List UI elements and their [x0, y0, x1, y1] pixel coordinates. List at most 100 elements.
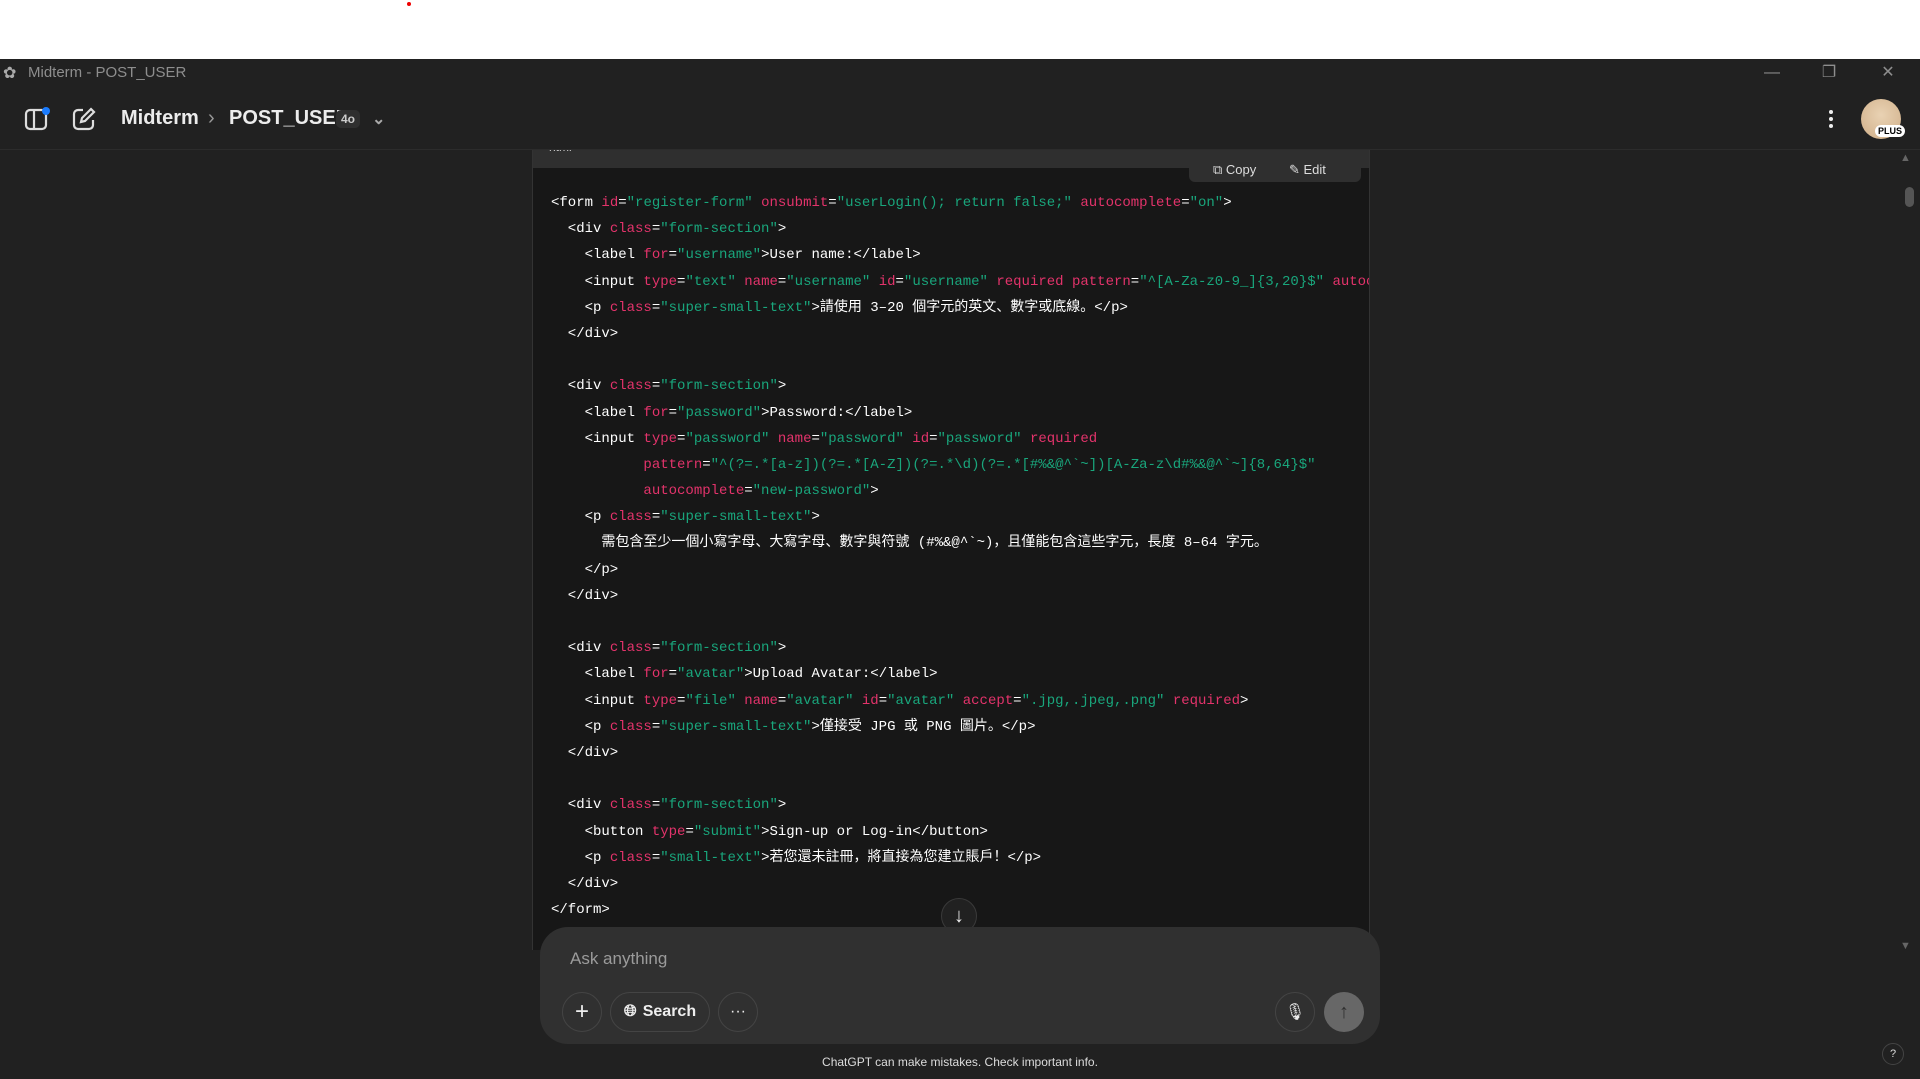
help-button[interactable]: ?	[1882, 1043, 1904, 1065]
code-token: >	[777, 221, 787, 238]
code-token: <div	[551, 797, 610, 814]
code-token: =	[878, 692, 888, 709]
code-token: <label	[551, 404, 644, 421]
copy-label: Copy	[1225, 162, 1257, 177]
code-token: >若您還未註冊，將直接為您建立賬戶！</p>	[761, 849, 1042, 866]
code-token: <form	[551, 195, 602, 211]
more-options-icon[interactable]	[1826, 107, 1836, 131]
code-token: autocomplete	[1332, 273, 1369, 290]
chat-title[interactable]: POST_USER	[229, 107, 350, 130]
send-button[interactable]: ↑	[1324, 992, 1364, 1032]
code-token: required	[996, 273, 1064, 290]
code-token: class	[609, 849, 652, 866]
code-line: <div class="form-section">	[551, 635, 1369, 661]
code-token: =	[651, 299, 661, 316]
code-token: =	[651, 509, 661, 526]
code-token: 需包含至少一個小寫字母、大寫字母、數字與符號 (#%&@^`~)，且僅能包含這些…	[551, 535, 1268, 552]
code-token: type	[643, 273, 678, 290]
globe-icon: 🌐︎	[623, 1003, 637, 1020]
plan-badge: PLUS	[1875, 125, 1906, 137]
edit-button[interactable]: ✎ Edit	[1289, 162, 1326, 178]
code-token: name	[744, 273, 778, 290]
message-input[interactable]	[570, 949, 1270, 969]
red-dot	[407, 2, 411, 6]
code-token: =	[668, 666, 678, 683]
restore-icon[interactable]: ❐	[1806, 59, 1852, 87]
code-token: "username"	[677, 247, 762, 264]
code-token: class	[609, 509, 652, 526]
disclaimer: ChatGPT can make mistakes. Check importa…	[822, 1055, 1098, 1069]
chevron-down-icon[interactable]: ⌄	[372, 109, 385, 129]
code-token: >	[777, 378, 787, 395]
code-token: class	[609, 221, 652, 238]
scrollbar-thumb[interactable]	[1905, 187, 1914, 207]
sidebar-toggle-icon[interactable]	[23, 105, 51, 133]
code-line: <button type="submit">Sign-up or Log-in<…	[551, 819, 1369, 845]
breadcrumb-chevron-icon: ›	[208, 107, 215, 129]
search-label: Search	[642, 1003, 697, 1020]
code-token: <input	[551, 692, 644, 709]
code-token: pattern	[643, 456, 703, 473]
code-token: for	[643, 666, 669, 683]
code-line: </div>	[551, 740, 1369, 766]
code-token: pattern	[1071, 273, 1131, 290]
voice-button[interactable]: 🎙︎	[1275, 992, 1315, 1032]
code-token: </div>	[551, 325, 619, 342]
code-token: "text"	[685, 273, 736, 290]
search-button[interactable]: 🌐︎ Search	[610, 992, 710, 1032]
code-token: >	[870, 483, 879, 500]
code-token: "on"	[1189, 195, 1224, 211]
code-content: <form id="register-form" onsubmit="userL…	[551, 190, 1369, 923]
copy-button[interactable]: ⧉ Copy	[1213, 162, 1256, 178]
scroll-up-icon[interactable]: ▲	[1900, 152, 1911, 164]
scroll-down-icon[interactable]: ▼	[1900, 940, 1911, 952]
code-token: >	[777, 797, 787, 814]
code-token: "submit"	[693, 823, 762, 840]
code-token: =	[929, 430, 938, 447]
code-token: =	[811, 430, 820, 447]
code-line: <div class="form-section">	[551, 792, 1369, 818]
code-line: <div class="form-section">	[551, 216, 1369, 242]
code-token: =	[828, 195, 837, 211]
code-token: "^(?=.*[a-z])(?=.*[A-Z])(?=.*\d)(?=.*[#%…	[710, 456, 1316, 473]
code-token: required	[1029, 430, 1098, 447]
code-line: <input type="file" name="avatar" id="ava…	[551, 688, 1369, 714]
code-line: <label for="username">User name:</label>	[551, 242, 1369, 268]
code-token: >Sign-up or Log-in</button>	[761, 823, 988, 840]
code-token: required	[1172, 692, 1241, 709]
code-token: =	[651, 718, 661, 735]
code-token: "password"	[819, 430, 904, 447]
attach-button[interactable]: +	[562, 992, 602, 1032]
window-title: Midterm - POST_USER	[28, 64, 187, 81]
code-line: 需包含至少一個小寫字母、大寫字母、數字與符號 (#%&@^`~)，且僅能包含這些…	[551, 530, 1369, 556]
minimize-icon[interactable]: —	[1749, 59, 1795, 87]
close-icon[interactable]: ✕	[1865, 59, 1911, 87]
new-chat-icon[interactable]	[70, 105, 98, 133]
code-token: </div>	[551, 587, 619, 604]
code-token: </form>	[551, 902, 610, 919]
code-token: "^[A-Za-z0-9_]{3,20}$"	[1139, 273, 1325, 290]
code-token: <p	[551, 509, 610, 526]
code-line: <form id="register-form" onsubmit="userL…	[551, 190, 1369, 216]
project-name[interactable]: Midterm	[121, 107, 199, 130]
code-line: </div>	[551, 583, 1369, 609]
edit-label: Edit	[1303, 162, 1326, 177]
code-token: name	[744, 692, 778, 709]
top-white-strip	[0, 0, 1920, 59]
chat-header: Midterm › POST_USER 4o ⌄ PLUS	[0, 87, 1920, 150]
code-token: onsubmit	[761, 195, 829, 211]
code-token: class	[609, 299, 652, 316]
code-token: >	[1223, 195, 1232, 211]
code-token: for	[643, 247, 669, 264]
code-token: "form-section"	[660, 797, 778, 814]
more-tools-button[interactable]: ···	[718, 992, 758, 1032]
code-token: ".jpg,.jpeg,.png"	[1021, 692, 1165, 709]
composer: + 🌐︎ Search ··· 🎙︎ ↑	[540, 927, 1380, 1044]
code-token: <button	[551, 823, 652, 840]
